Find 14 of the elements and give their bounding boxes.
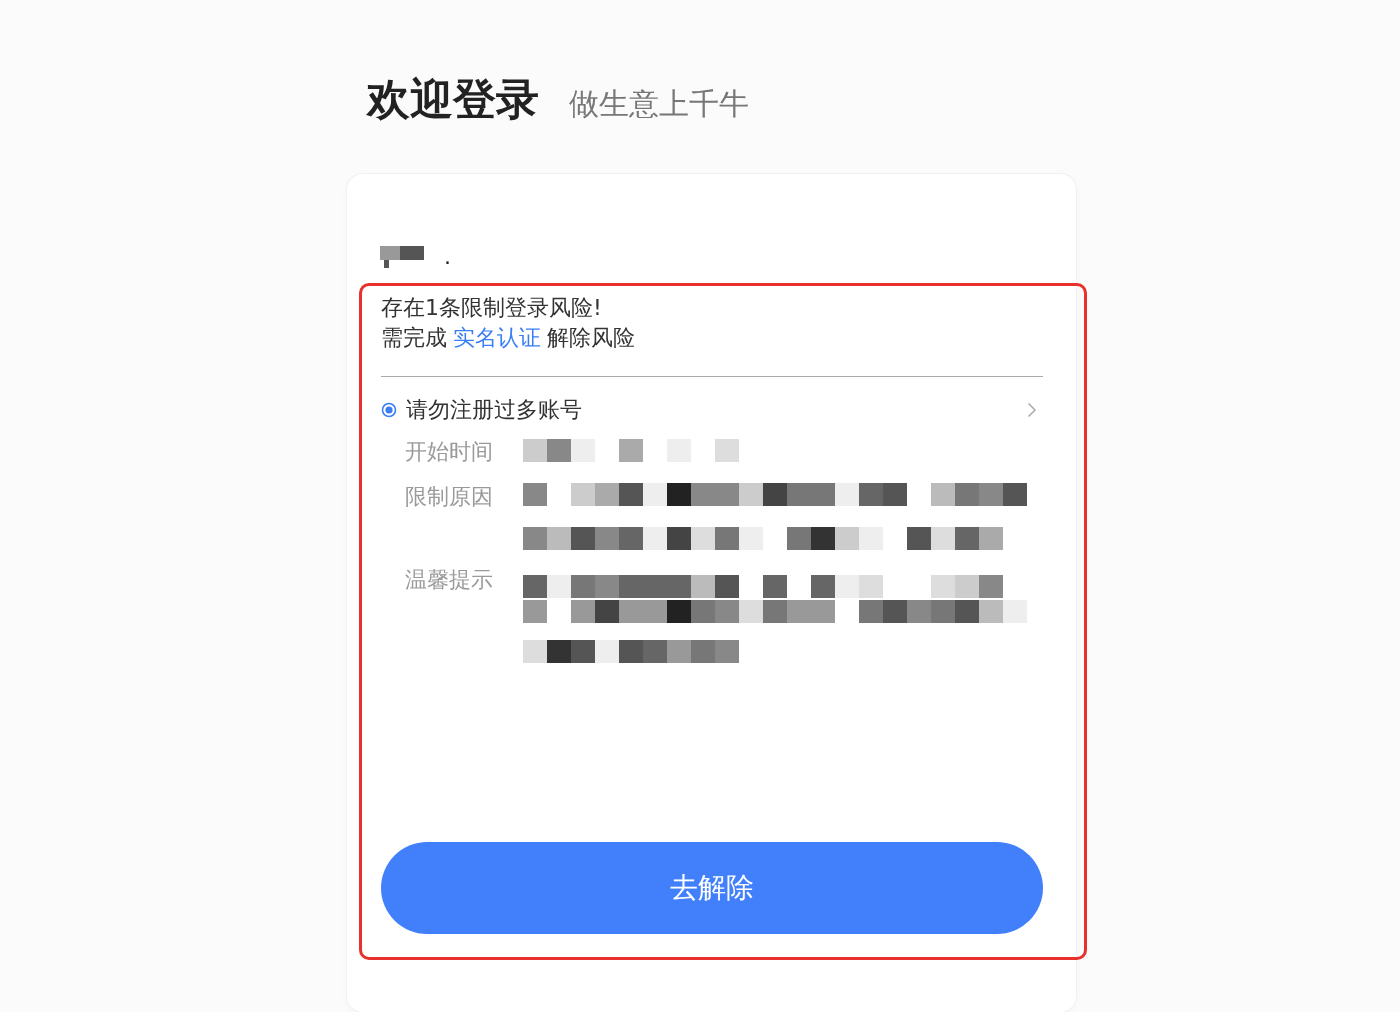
field-label: 温馨提示 xyxy=(405,566,493,594)
risk-instruction-text: 需完成 实名认证 解除风险 xyxy=(381,324,636,352)
radio-icon[interactable] xyxy=(381,402,397,418)
field-label: 限制原因 xyxy=(405,483,493,511)
pixelated-redaction xyxy=(380,246,424,268)
welcome-title: 欢迎登录 xyxy=(367,74,539,124)
real-name-verification-link[interactable]: 实名认证 xyxy=(453,325,541,350)
field-label: 开始时间 xyxy=(405,438,493,466)
slogan-text: 做生意上千牛 xyxy=(569,85,749,123)
chevron-right-icon[interactable] xyxy=(1027,402,1037,418)
restriction-title[interactable]: 请勿注册过多账号 xyxy=(406,395,1018,425)
risk-summary-text: 存在1条限制登录风险! xyxy=(381,294,603,322)
account-name-text: . xyxy=(444,246,451,268)
resolve-button[interactable]: 去解除 xyxy=(381,842,1043,934)
